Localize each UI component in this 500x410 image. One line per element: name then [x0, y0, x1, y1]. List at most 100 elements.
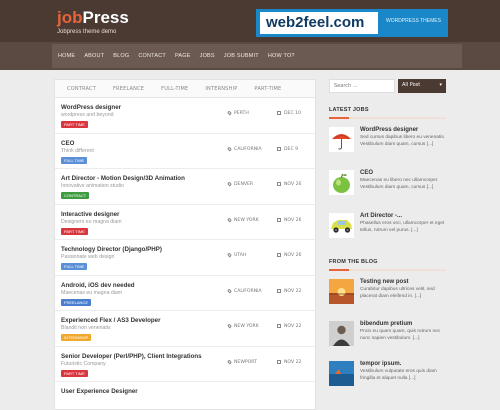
job-date-text: DEC 9: [284, 146, 299, 152]
site-logo[interactable]: jobPress: [57, 9, 129, 27]
nav-item-how-to[interactable]: HOW TO?: [268, 53, 295, 59]
job-type-badge: PART TIME: [61, 121, 88, 128]
banner-logo: web2feel.com: [260, 12, 378, 34]
job-row[interactable]: CEO Think different FULL TIME CALIFORNIA…: [55, 134, 315, 169]
job-row[interactable]: Interactive designer Designers eu magna …: [55, 205, 315, 240]
latest-job-excerpt: Phasellus eros orci, ullamcorper et eget…: [360, 221, 445, 233]
job-date-text: NOV 22: [284, 324, 302, 329]
blog-excerpt: Proin eu quam quam, quis rutrum nec nunc…: [360, 329, 441, 341]
calendar-icon: [277, 182, 281, 186]
latest-job-item[interactable]: CEO Maecenas eu libero nec ullamcorper. …: [329, 170, 446, 206]
site-tagline: Jobpress theme demo: [57, 29, 117, 35]
latest-jobs-title: LATEST JOBS: [329, 107, 369, 113]
job-row[interactable]: Experienced Flex / AS3 Developer Blandit…: [55, 311, 315, 347]
job-date: NOV 22: [277, 359, 302, 365]
job-row[interactable]: Art Director - Motion Design/3D Animatio…: [55, 169, 315, 205]
location-pin-icon: [227, 252, 232, 258]
filter-freelance[interactable]: FREELANCE: [113, 86, 144, 92]
job-title[interactable]: Android, iOS dev needed: [61, 282, 135, 289]
latest-job-title[interactable]: Art Director -...: [360, 213, 402, 219]
blog-item[interactable]: Testing new post Curabitur dapibus ultri…: [329, 279, 446, 315]
blog-item[interactable]: tempor ipsum. Vestibulum vulputate eros …: [329, 361, 446, 397]
chevron-down-icon: ▾: [439, 82, 442, 88]
job-row[interactable]: WordPress designer wordpress and beyond …: [55, 98, 315, 134]
search-input[interactable]: Search ...: [329, 79, 395, 93]
site-header: jobPress Jobpress theme demo web2feel.co…: [0, 0, 500, 42]
blog-title[interactable]: tempor ipsum.: [360, 361, 401, 367]
umbrella-image: [329, 127, 354, 152]
ad-banner[interactable]: web2feel.com WORDPRESS THEMES: [256, 9, 448, 37]
location-pin-icon: [227, 181, 232, 187]
filter-part-time[interactable]: PART-TIME: [254, 86, 281, 92]
nav-item-job-submit[interactable]: JOB SUBMIT: [224, 53, 259, 59]
from-the-blog-title: FROM THE BLOG: [329, 259, 378, 265]
latest-job-thumbnail[interactable]: [329, 127, 354, 152]
calendar-icon: [277, 324, 281, 328]
latest-job-title[interactable]: CEO: [360, 170, 373, 176]
blog-excerpt: Vestibulum vulputate eros quis diam frin…: [360, 369, 437, 381]
calendar-icon: [277, 253, 281, 257]
latest-job-thumbnail[interactable]: [329, 213, 354, 238]
nav-item-jobs[interactable]: JOBS: [200, 53, 215, 59]
job-location-text: CALIFORNIA: [234, 146, 262, 152]
latest-job-item[interactable]: WordPress designer Sed cursus dapibus li…: [329, 127, 446, 163]
filter-internship[interactable]: INTERNSHIP: [205, 86, 237, 92]
job-date-text: NOV 26: [284, 182, 302, 187]
job-title[interactable]: Art Director - Motion Design/3D Animatio…: [61, 175, 185, 182]
blog-thumbnail[interactable]: [329, 361, 354, 386]
job-location: UTAH: [227, 252, 246, 258]
job-location-text: NEW YORK: [234, 217, 259, 223]
job-row[interactable]: Technology Director (Django/PHP) Passion…: [55, 240, 315, 276]
job-title[interactable]: User Experience Designer: [61, 388, 138, 395]
job-location-text: PERTH: [234, 111, 249, 116]
section-divider-accent: [329, 117, 349, 119]
job-company: Maecenas eu magna diam: [61, 289, 123, 296]
job-date: NOV 22: [277, 324, 301, 329]
job-type-badge: FULL TIME: [61, 156, 88, 164]
filter-contract[interactable]: CONTRACT: [67, 86, 96, 92]
section-divider-accent: [329, 269, 349, 271]
nav-item-contact[interactable]: CONTACT: [138, 53, 166, 59]
job-title[interactable]: WordPress designer: [61, 104, 121, 111]
job-title[interactable]: CEO: [61, 140, 74, 147]
job-location: PERTH: [227, 110, 249, 116]
latest-job-thumbnail[interactable]: [329, 170, 354, 195]
job-row[interactable]: User Experience Designer: [55, 382, 315, 410]
nav-item-blog[interactable]: BLOG: [113, 53, 129, 59]
blog-thumbnail[interactable]: [329, 279, 354, 304]
filter-full-time[interactable]: FULL-TIME: [161, 86, 188, 92]
job-date: NOV 22: [277, 288, 301, 294]
blog-title[interactable]: Testing new post: [360, 279, 409, 285]
job-location-text: NEWPORT: [234, 359, 257, 365]
job-company: Think different: [61, 147, 94, 154]
job-date-text: NOV 22: [284, 359, 302, 365]
main-nav: HOME ABOUT BLOG CONTACT PAGE JOBS JOB SU…: [0, 42, 500, 70]
job-type-badge: CONTRACT: [61, 192, 90, 199]
job-row[interactable]: Senior Developer (Perl/PHP), Client Inte…: [55, 347, 315, 382]
latest-job-item[interactable]: Art Director -... Phasellus eros orci, u…: [329, 213, 446, 249]
job-title[interactable]: Interactive designer: [61, 211, 119, 218]
job-row[interactable]: Android, iOS dev needed Maecenas eu magn…: [55, 276, 315, 311]
job-company: wordpress and beyond: [61, 112, 114, 118]
latest-job-title[interactable]: WordPress designer: [360, 127, 418, 133]
blog-thumbnail[interactable]: [329, 321, 354, 346]
job-title[interactable]: Experienced Flex / AS3 Developer: [61, 317, 161, 324]
blog-item[interactable]: bibendum pretium Proin eu quam quam, qui…: [329, 321, 446, 357]
job-company: Futuristic Company: [61, 360, 106, 367]
job-title[interactable]: Senior Developer (Perl/PHP), Client Inte…: [61, 353, 202, 360]
job-location: CALIFORNIA: [227, 146, 262, 152]
car-image: [329, 213, 354, 238]
job-company: Passionate web design: [61, 254, 115, 260]
blog-title[interactable]: bibendum pretium: [360, 321, 412, 327]
latest-job-excerpt: Maecenas eu libero nec ullamcorper. Vest…: [360, 178, 439, 190]
sunset-image: [329, 279, 354, 304]
nav-item-page[interactable]: PAGE: [175, 53, 191, 59]
nav-item-home[interactable]: HOME: [58, 53, 75, 59]
job-date-text: NOV 26: [284, 217, 302, 223]
nav-item-about[interactable]: ABOUT: [84, 53, 104, 59]
job-date: NOV 26: [277, 217, 302, 223]
job-title[interactable]: Technology Director (Django/PHP): [61, 246, 162, 253]
job-date: DEC 9: [277, 146, 299, 152]
job-type-badge: FULL TIME: [61, 263, 88, 270]
search-category-select[interactable]: All Post ▾: [398, 79, 446, 93]
